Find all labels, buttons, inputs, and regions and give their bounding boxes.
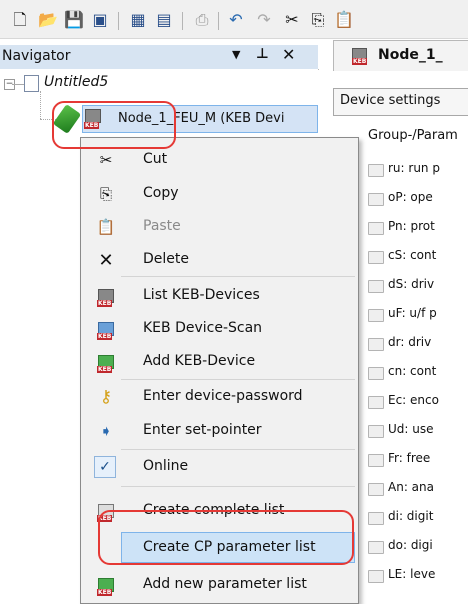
toolbar-separator [218,12,219,30]
folder-icon [368,338,384,351]
menu-item-cut[interactable]: ✂ Cut [81,146,358,174]
dropdown-arrow-icon[interactable]: ▼ [232,48,240,61]
add-device-icon: KEB [95,351,117,373]
redo-icon[interactable]: ↷ [254,10,274,30]
toolbar-separator [182,12,183,30]
add-parameter-list-icon: KEB [95,574,117,596]
cut-icon[interactable]: ✂ [282,10,302,30]
checkmark-icon: ✓ [94,456,116,478]
undo-icon[interactable]: ↶ [226,10,246,30]
menu-item-add-new-parameter-list[interactable]: KEB Add new parameter list [81,570,358,600]
delete-x-icon: ✕ [98,249,114,271]
folder-icon [368,396,384,409]
annotation-highlight-node [52,101,176,149]
list-devices-icon: KEB [95,285,117,307]
navigator-header: Navigator ▼ ⊥ ✕ [0,45,318,70]
menu-item-add-keb-device[interactable]: KEB Add KEB-Device [81,347,358,377]
menu-item-keb-device-scan[interactable]: KEB KEB Device-Scan [81,314,358,344]
keb-add-icon[interactable]: ▤ [154,10,174,30]
save-icon[interactable]: 💾 [64,10,84,30]
group-param-header: Group-/Param [368,128,458,143]
menu-item-list-keb-devices[interactable]: KEB List KEB-Devices [81,281,358,311]
print-icon[interactable]: ⎙ [192,10,212,30]
menu-item-enter-device-password[interactable]: ⚷ Enter device-password [81,382,358,412]
paste-icon[interactable]: 📋 [334,10,354,30]
save-all-icon[interactable]: ▣ [90,10,110,30]
set-pointer-icon: ➧ [99,422,113,440]
folder-icon [368,454,384,467]
menu-separator [121,449,355,450]
close-icon[interactable]: ✕ [282,45,295,64]
device-scan-icon: KEB [95,318,117,340]
new-file-icon[interactable]: 🗋 [10,10,30,30]
tree-root-label[interactable]: Untitled5 [44,74,108,90]
folder-icon [368,425,384,438]
keb-device-icon[interactable]: ▦ [128,10,148,30]
folder-icon [368,251,384,264]
device-settings-label: Device settings [340,93,441,108]
navigator-title: Navigator [2,48,71,64]
key-icon: ⚷ [99,387,113,407]
menu-item-enter-set-pointer[interactable]: ➧ Enter set-pointer [81,416,358,446]
keb-device-icon: KEB [350,47,368,65]
copy-icon: ⎘ [99,185,112,203]
tree-connector [40,91,42,119]
toolbar-separator [118,12,119,30]
folder-icon [368,164,384,177]
folder-icon [368,280,384,293]
document-icon [24,75,39,92]
menu-item-copy[interactable]: ⎘ Copy [81,180,358,208]
annotation-highlight-menu-item [98,510,354,565]
paste-icon: 📋 [96,218,116,236]
folder-icon [368,309,384,322]
menu-separator [121,379,355,380]
device-settings-tab[interactable]: Device settings [333,88,468,116]
folder-icon [368,193,384,206]
folder-icon [368,483,384,496]
open-folder-icon[interactable]: 📂 [38,10,58,30]
pin-icon[interactable]: ⊥ [256,46,269,62]
folder-icon [368,512,384,525]
folder-icon [368,367,384,380]
menu-item-paste[interactable]: 📋 Paste [81,213,358,241]
tab-title: Node_1_ [378,47,443,63]
main-toolbar: 🗋 📂 💾 ▣ ▦ ▤ ⎙ ↶ ↷ ✂ ⎘ 📋 [0,0,468,39]
menu-separator [121,276,355,277]
menu-item-online[interactable]: ✓ Online [81,452,358,482]
folder-icon [368,222,384,235]
scissors-icon: ✂ [99,151,113,169]
copy-icon[interactable]: ⎘ [308,10,328,30]
folder-icon [368,541,384,554]
folder-icon [368,570,384,583]
menu-separator [121,486,355,487]
tab-node[interactable]: KEB Node_1_ [333,40,468,71]
menu-item-delete[interactable]: ✕ Delete [81,246,358,274]
